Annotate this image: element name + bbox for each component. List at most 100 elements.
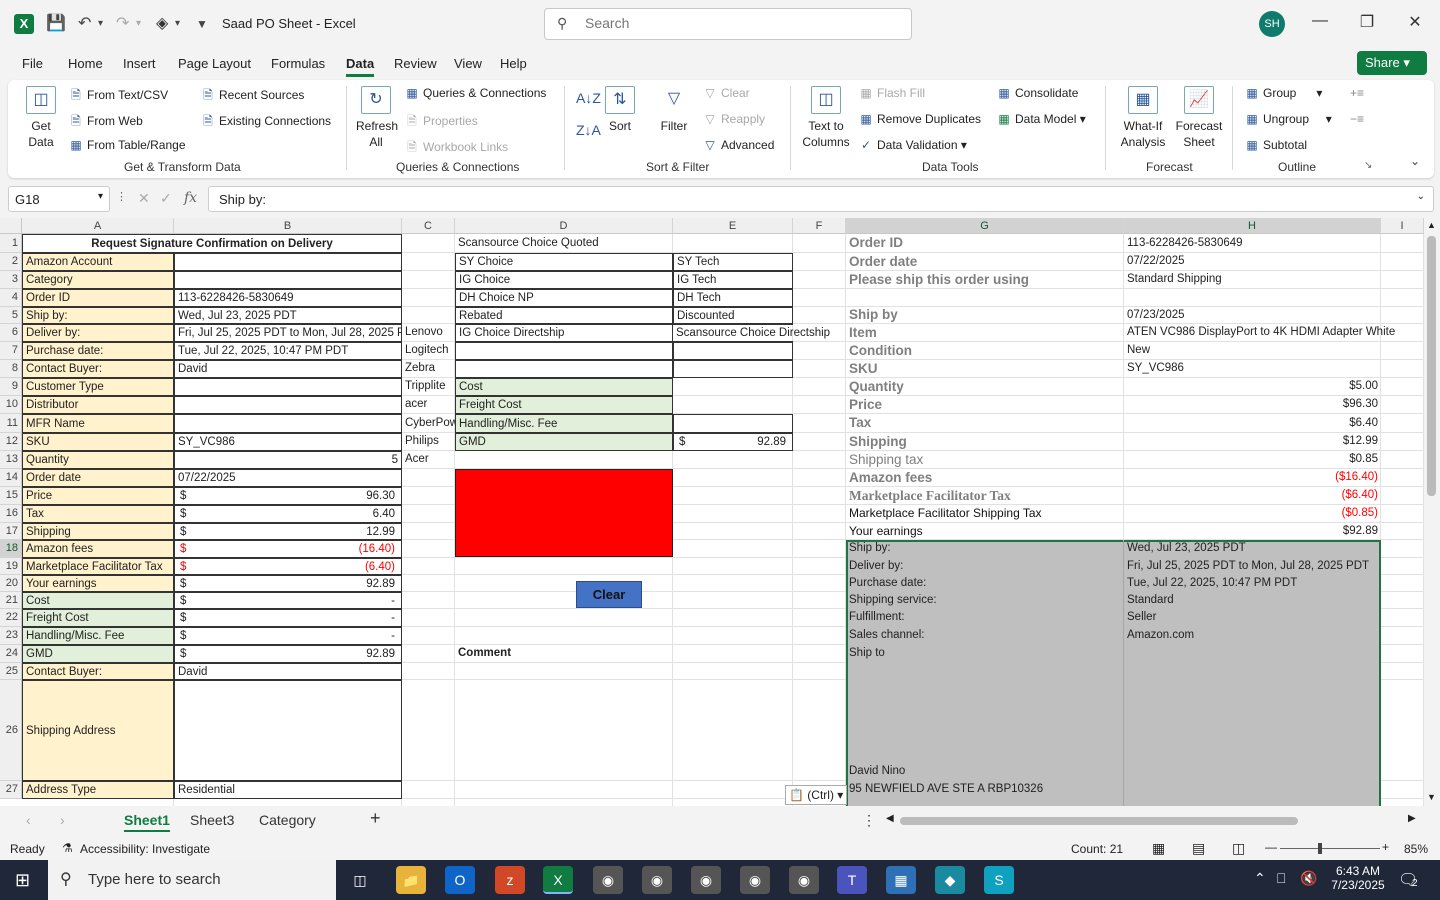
order-field-value[interactable]: SY_VC986: [1124, 360, 1381, 378]
ungroup-button[interactable]: ▦ Ungroup ▾: [1244, 112, 1331, 126]
calculator-icon[interactable]: ▦: [886, 866, 916, 894]
label-cell[interactable]: MFR Name: [22, 414, 174, 433]
ship-field-value[interactable]: Tue, Jul 22, 2025, 10:47 PM PDT: [1124, 575, 1381, 592]
label-cell[interactable]: Marketplace Facilitator Tax: [22, 558, 174, 575]
label-cell[interactable]: SKU: [22, 433, 174, 451]
column-header[interactable]: I: [1381, 218, 1424, 234]
row-header[interactable]: 11: [0, 414, 22, 433]
value-cell[interactable]: [174, 253, 402, 271]
order-field-value[interactable]: New: [1124, 342, 1381, 360]
empty-cell[interactable]: [673, 342, 793, 360]
clear-filter-button[interactable]: ▽ Clear: [702, 86, 749, 100]
fill-color-dropdown-icon[interactable]: ▾: [175, 14, 180, 34]
distributor-cell[interactable]: DH Choice NP: [455, 289, 673, 307]
prev-sheet-icon[interactable]: ‹: [26, 812, 31, 828]
redo-dropdown-icon[interactable]: ▾: [136, 14, 141, 34]
app-s-icon[interactable]: S: [984, 866, 1014, 894]
scroll-right-icon[interactable]: ▶: [1408, 813, 1416, 824]
name-box-dropdown-icon[interactable]: ▾: [98, 191, 103, 202]
more-options-icon[interactable]: ⋮: [116, 190, 127, 203]
label-cell[interactable]: Contact Buyer:: [22, 663, 174, 680]
label-cell[interactable]: Shipping: [22, 523, 174, 540]
data-model-button[interactable]: ▦ Data Model ▾: [996, 112, 1085, 126]
ship-field-value[interactable]: Standard: [1124, 592, 1381, 609]
cost-value-cell[interactable]: [673, 414, 793, 433]
brand-cell[interactable]: Zebra: [402, 360, 455, 378]
value-cell[interactable]: [174, 271, 402, 289]
redo-icon[interactable]: ↷: [116, 14, 129, 34]
tab-insert[interactable]: Insert: [123, 56, 156, 71]
row-header[interactable]: 14: [0, 469, 22, 487]
label-cell[interactable]: Amazon Account: [22, 253, 174, 271]
customize-toolbar-icon[interactable]: ▼: [196, 14, 208, 34]
share-button[interactable]: Share ▾: [1357, 51, 1427, 75]
currency-cell[interactable]: $12.99: [174, 523, 402, 540]
recent-sources-button[interactable]: 🗎 Recent Sources: [200, 86, 304, 107]
column-header[interactable]: B: [174, 218, 402, 234]
distributor-cell[interactable]: SY Tech: [673, 253, 793, 271]
zoom-in-icon[interactable]: +: [1382, 840, 1389, 854]
order-field-label[interactable]: Item: [846, 324, 1124, 342]
sheet-tab-category[interactable]: Category: [259, 812, 316, 828]
label-cell[interactable]: GMD: [22, 645, 174, 663]
sort-button[interactable]: ⇅ Sort: [604, 86, 636, 134]
order-field-value[interactable]: ATEN VC986 DisplayPort to 4K HDMI Adapte…: [1124, 324, 1395, 342]
order-field-label[interactable]: Quantity: [846, 378, 1124, 396]
from-text-csv-button[interactable]: 🗎 From Text/CSV: [68, 86, 168, 107]
reapply-button[interactable]: ▽ Reapply: [702, 112, 765, 126]
tab-data[interactable]: Data: [346, 56, 375, 77]
tab-formulas[interactable]: Formulas: [271, 56, 325, 71]
comment-label[interactable]: Comment: [455, 645, 673, 663]
paste-options-button[interactable]: 📋 (Ctrl) ▾: [785, 785, 848, 805]
label-cell[interactable]: Handling/Misc. Fee: [22, 627, 174, 645]
insert-function-icon[interactable]: fx: [184, 190, 197, 206]
avatar[interactable]: SH: [1259, 11, 1285, 37]
ship-field-label[interactable]: Shipping service:: [846, 592, 1124, 609]
consolidate-button[interactable]: ▦ Consolidate: [996, 86, 1078, 100]
advanced-filter-button[interactable]: ▽ Advanced: [702, 138, 774, 152]
row-header[interactable]: 12: [0, 433, 22, 451]
tab-review[interactable]: Review: [394, 56, 437, 71]
worksheet-grid[interactable]: A B C D E F G H I 1 2 3 4 5 6 7 8 9 10 11 12 13 14 15 16 17 18 19 20…: [0, 218, 1424, 806]
row-header[interactable]: 16: [0, 505, 22, 523]
ship-field-label[interactable]: Ship to: [846, 645, 1124, 663]
order-field-value[interactable]: ($6.40): [1124, 487, 1381, 505]
next-sheet-icon[interactable]: ›: [60, 812, 65, 828]
distributor-cell[interactable]: Discounted: [673, 307, 793, 324]
distributor-cell[interactable]: DH Tech: [673, 289, 793, 307]
accessibility-status[interactable]: Accessibility: Investigate: [80, 842, 210, 856]
order-field-label[interactable]: Shipping tax: [846, 451, 1124, 469]
order-field-value[interactable]: $12.99: [1124, 433, 1381, 451]
row-header[interactable]: 3: [0, 271, 22, 289]
row-header[interactable]: 21: [0, 592, 22, 609]
order-field-label[interactable]: Amazon fees: [846, 469, 1124, 487]
row-header[interactable]: 2: [0, 253, 22, 271]
zoom-out-icon[interactable]: —: [1265, 840, 1277, 854]
ship-field-value[interactable]: Amazon.com: [1124, 627, 1381, 645]
label-cell[interactable]: Tax: [22, 505, 174, 523]
sheet-tab-sheet1[interactable]: Sheet1: [124, 812, 170, 832]
fill-color-icon[interactable]: ◈: [156, 14, 168, 34]
label-cell[interactable]: Quantity: [22, 451, 174, 469]
column-header[interactable]: G: [846, 218, 1124, 234]
order-field-label[interactable]: SKU: [846, 360, 1124, 378]
label-cell[interactable]: Purchase date:: [22, 342, 174, 360]
label-cell[interactable]: Contact Buyer:: [22, 360, 174, 378]
queries-connections-button[interactable]: ▦ Queries & Connections: [404, 86, 546, 100]
order-field-label[interactable]: Order date: [846, 253, 1124, 271]
order-field-value[interactable]: 07/22/2025: [1124, 253, 1381, 271]
currency-cell[interactable]: $6.40: [174, 505, 402, 523]
vertical-scroll-thumb[interactable]: [1427, 236, 1436, 496]
order-field-value[interactable]: $96.30: [1124, 396, 1381, 414]
gmd-value-cell[interactable]: $92.89: [673, 433, 793, 451]
volume-icon[interactable]: 🔇: [1300, 870, 1317, 887]
currency-cell[interactable]: $92.89: [174, 645, 402, 663]
horizontal-scroll-thumb[interactable]: [900, 817, 1298, 825]
remove-duplicates-button[interactable]: ▦ Remove Duplicates: [858, 112, 981, 126]
horizontal-scrollbar[interactable]: ◀ ▶: [884, 813, 1420, 828]
row-header[interactable]: 8: [0, 360, 22, 378]
row-header[interactable]: 15: [0, 487, 22, 505]
tab-split-handle-icon[interactable]: ⋮: [862, 812, 876, 829]
brand-cell[interactable]: Philips: [402, 433, 455, 451]
value-cell[interactable]: Wed, Jul 23, 2025 PDT: [174, 307, 402, 324]
